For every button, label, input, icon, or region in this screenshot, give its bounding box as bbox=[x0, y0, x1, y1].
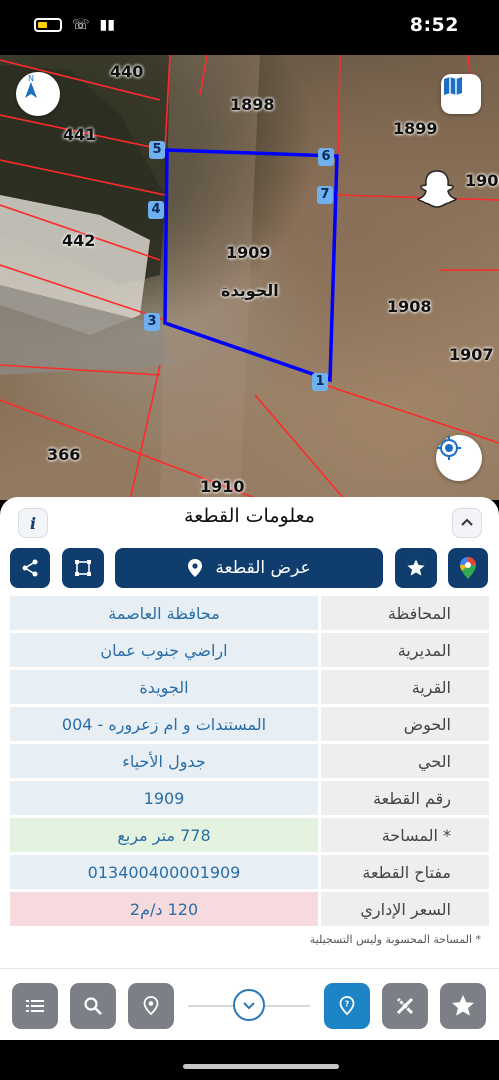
selected-parcel-name: الجويدة bbox=[221, 281, 279, 300]
gps-target-icon[interactable] bbox=[436, 435, 482, 481]
location-pin-icon bbox=[188, 559, 203, 577]
row-value: جدول الأحياء bbox=[10, 744, 318, 778]
parcel-shape-button[interactable] bbox=[62, 548, 104, 588]
star-icon bbox=[452, 995, 474, 1016]
view-parcel-button[interactable]: عرض القطعة bbox=[115, 548, 383, 588]
parcel-label: 441 bbox=[63, 125, 97, 144]
vertex-marker[interactable]: 3 bbox=[144, 313, 160, 331]
measure-button[interactable] bbox=[382, 983, 428, 1029]
row-label: المديرية bbox=[321, 633, 489, 667]
table-row: محافظة العاصمة المحافظة bbox=[10, 596, 489, 630]
parcel-label: 1907 bbox=[449, 345, 494, 364]
favorite-button[interactable] bbox=[395, 548, 437, 588]
parcel-info-panel: i معلومات القطعة عرض القطعة محافظة العاص… bbox=[0, 497, 499, 970]
svg-text:?: ? bbox=[345, 1000, 350, 1009]
satellite-map[interactable]: 440 441 442 1898 1899 1900 1909 الجويدة … bbox=[0, 55, 499, 500]
polygon-select-icon bbox=[75, 560, 91, 576]
location-button[interactable] bbox=[128, 983, 174, 1029]
parcel-label: 1900 bbox=[465, 171, 499, 190]
vertex-marker[interactable]: 1 bbox=[312, 373, 328, 391]
parcel-details-table: محافظة العاصمة المحافظة اراضي جنوب عمان ال… bbox=[10, 596, 489, 929]
view-parcel-label: عرض القطعة bbox=[215, 558, 311, 578]
row-label: القرية bbox=[321, 670, 489, 704]
bottom-toolbar: ? bbox=[0, 968, 499, 1041]
area-footnote: * المساحة المحسوبة وليس التسجيلية bbox=[309, 933, 481, 946]
row-label: المحافظة bbox=[321, 596, 489, 630]
row-value: 013400400001909 bbox=[10, 855, 318, 889]
location-question-button[interactable]: ? bbox=[324, 983, 370, 1029]
status-time: 8:52 bbox=[409, 14, 459, 36]
location-question-icon: ? bbox=[339, 996, 355, 1016]
list-icon bbox=[26, 1000, 44, 1012]
row-value: 120 د/م2 bbox=[10, 892, 318, 926]
snapchat-overlay-icon[interactable] bbox=[413, 165, 461, 213]
row-label: الحوض bbox=[321, 707, 489, 741]
vertex-marker[interactable]: 6 bbox=[318, 148, 334, 166]
row-value: محافظة العاصمة bbox=[10, 596, 318, 630]
table-row: جدول الأحياء الحي bbox=[10, 744, 489, 778]
table-row: المستندات و ام زعروره - 004 الحوض bbox=[10, 707, 489, 741]
share-button[interactable] bbox=[10, 548, 50, 588]
row-label: السعر الإداري bbox=[321, 892, 489, 926]
home-indicator[interactable] bbox=[183, 1064, 339, 1069]
star-icon bbox=[407, 559, 425, 576]
search-icon bbox=[84, 997, 102, 1015]
map-book-icon[interactable] bbox=[441, 74, 481, 114]
row-value: المستندات و ام زعروره - 004 bbox=[10, 707, 318, 741]
parcel-label: 1898 bbox=[230, 95, 275, 114]
list-button[interactable] bbox=[12, 983, 58, 1029]
row-label: مفتاح القطعة bbox=[321, 855, 489, 889]
row-value: 778 متر مربع bbox=[10, 818, 318, 852]
row-value: اراضي جنوب عمان bbox=[10, 633, 318, 667]
table-row: 013400400001909 مفتاح القطعة bbox=[10, 855, 489, 889]
google-maps-icon bbox=[460, 557, 476, 579]
status-icons: ☏ ▮▮ bbox=[34, 17, 115, 33]
favorites-button[interactable] bbox=[440, 983, 486, 1029]
table-row: 1909 رقم القطعة bbox=[10, 781, 489, 815]
vertex-marker[interactable]: 5 bbox=[149, 141, 165, 159]
row-label: المساحة * bbox=[321, 818, 489, 852]
chevron-up-icon[interactable] bbox=[452, 508, 482, 538]
search-button[interactable] bbox=[70, 983, 116, 1029]
table-row: 120 د/م2 السعر الإداري bbox=[10, 892, 489, 926]
parcel-label: 1908 bbox=[387, 297, 432, 316]
parcel-label: 1910 bbox=[200, 477, 245, 496]
row-value: 1909 bbox=[10, 781, 318, 815]
google-maps-button[interactable] bbox=[448, 548, 488, 588]
system-nav-bar bbox=[0, 1040, 499, 1080]
wifi-calling-icon: ☏ bbox=[72, 17, 90, 33]
north-arrow-icon[interactable]: N bbox=[16, 72, 60, 116]
signal-icon: ▮▮ bbox=[99, 17, 115, 33]
parcel-label: 366 bbox=[47, 445, 81, 464]
ruler-cross-icon bbox=[396, 997, 414, 1015]
panel-title: معلومات القطعة bbox=[184, 505, 315, 527]
parcel-label: 440 bbox=[110, 62, 144, 81]
vertex-marker[interactable]: 7 bbox=[317, 186, 333, 204]
status-bar: ☏ ▮▮ 8:52 bbox=[0, 0, 499, 55]
parcel-label: 1909 bbox=[226, 243, 271, 262]
table-row: اراضي جنوب عمان المديرية bbox=[10, 633, 489, 667]
svg-text:N: N bbox=[28, 74, 34, 83]
location-pin-icon bbox=[143, 996, 159, 1016]
parcel-label: 442 bbox=[62, 231, 96, 250]
battery-icon bbox=[34, 18, 62, 32]
row-label: الحي bbox=[321, 744, 489, 778]
table-row: الجويدة القرية bbox=[10, 670, 489, 704]
row-value: الجويدة bbox=[10, 670, 318, 704]
row-label: رقم القطعة bbox=[321, 781, 489, 815]
chevron-down-icon[interactable] bbox=[233, 989, 265, 1021]
table-row: 778 متر مربع المساحة * bbox=[10, 818, 489, 852]
vertex-marker[interactable]: 4 bbox=[148, 201, 164, 219]
parcel-label: 1899 bbox=[393, 119, 438, 138]
share-icon bbox=[22, 559, 38, 577]
